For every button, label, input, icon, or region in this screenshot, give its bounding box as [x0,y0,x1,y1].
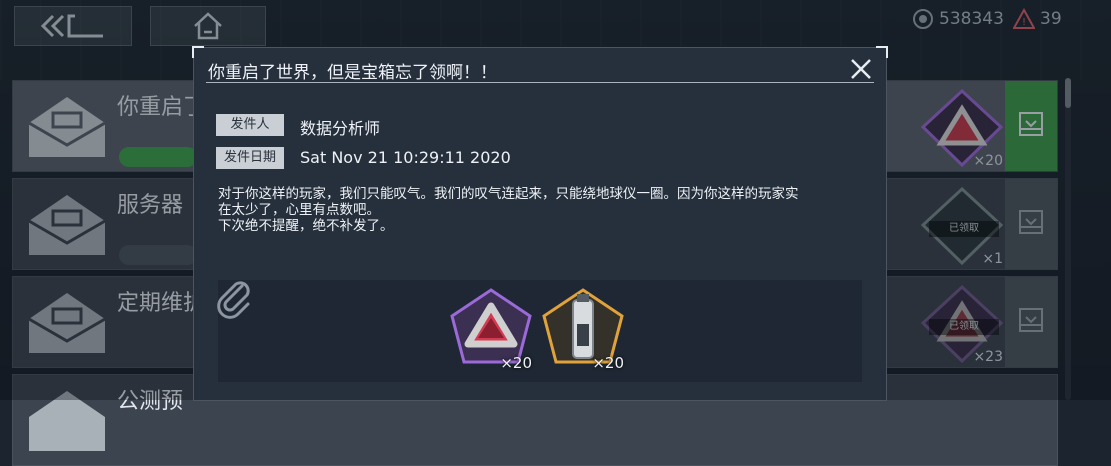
sender-label: 发件人 [216,114,284,136]
date-label: 发件日期 [216,147,284,169]
mail-detail-dialog: 你重启了世界，但是宝箱忘了领啊！！ 发件人 数据分析师 发件日期 Sat Nov… [192,46,888,400]
mail-detail-title: 你重启了世界，但是宝箱忘了领啊！！ [208,63,497,83]
title-divider [206,82,874,83]
mail-body: 对于你这样的玩家，我们只能叹气。我们的叹气连起来，只能绕地球仪一圈。因为你这样的… [218,186,799,234]
sent-date: Sat Nov 21 10:29:11 2020 [300,148,511,167]
corner-decoration [192,46,204,58]
attachment-item[interactable]: ×20 [540,286,626,372]
close-button[interactable] [846,54,876,84]
corner-decoration [876,46,888,58]
attachment-item[interactable]: ×20 [448,286,534,372]
close-icon [851,59,871,79]
paperclip-icon [217,281,250,319]
sender-name: 数据分析师 [300,119,381,138]
attachment-count: ×20 [592,354,624,372]
attachment-count: ×20 [500,354,532,372]
